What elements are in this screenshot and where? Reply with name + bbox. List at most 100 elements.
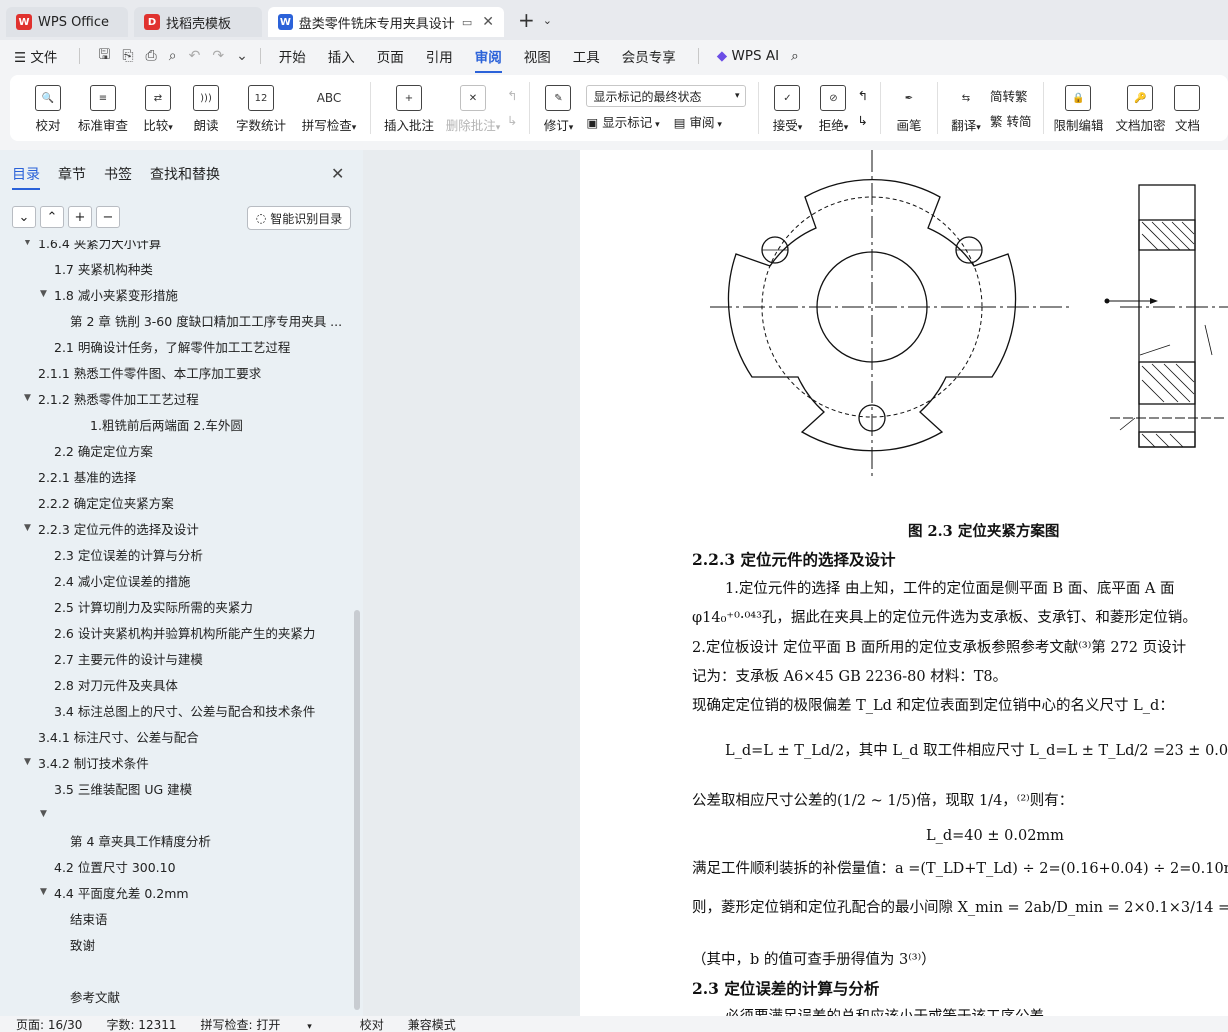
- doc-more-button[interactable]: 文档: [1174, 75, 1201, 141]
- word-count-button[interactable]: 12 字数统计: [234, 75, 288, 141]
- spell-check-status[interactable]: 拼写检查: 打开 ▾: [201, 1016, 336, 1032]
- export-pdf-icon[interactable]: ⎘: [122, 48, 133, 64]
- expand-arrow-icon[interactable]: ▼: [24, 757, 38, 767]
- toc-item[interactable]: ▼ 1.6.4 夹紧力大小计算: [24, 240, 161, 252]
- search-icon[interactable]: ⌕: [791, 48, 799, 64]
- toc-item[interactable]: 第 4 章夹具工作精度分析: [70, 830, 211, 850]
- tab-bookmarks[interactable]: 书签: [104, 164, 132, 184]
- toc-item[interactable]: 结束语: [70, 908, 108, 928]
- pen-button[interactable]: ✒ 画笔: [889, 75, 929, 141]
- expand-arrow-icon[interactable]: ▼: [40, 809, 54, 819]
- toc-item[interactable]: 3.5 三维装配图 UG 建模: [54, 778, 192, 798]
- toc-item[interactable]: 2.5 计算切削力及实际所需的夹紧力: [54, 596, 253, 616]
- proofread-button[interactable]: 🔍 校对: [26, 75, 70, 141]
- word-count-indicator[interactable]: 字数: 12311: [106, 1016, 176, 1032]
- toc-item[interactable]: 1.粗铣前后两端面 2.车外圆: [90, 414, 243, 434]
- spell-check-button[interactable]: ABC 拼写检查▾: [296, 75, 362, 141]
- toc-item[interactable]: ▼ 2.1.2 熟悉零件加工工艺过程: [24, 388, 199, 408]
- toc-item[interactable]: ▼ 1.8 减小夹紧变形措施: [40, 284, 178, 304]
- toc-item[interactable]: 1.7 夹紧机构种类: [54, 258, 153, 278]
- expand-arrow-icon[interactable]: ▼: [24, 393, 38, 403]
- menu-home[interactable]: 开始: [279, 46, 306, 66]
- toc-item[interactable]: 2.8 对刀元件及夹具体: [54, 674, 178, 694]
- new-tab-icon[interactable]: +: [518, 8, 535, 32]
- toc-item[interactable]: 2.2.2 确定定位夹紧方案: [38, 492, 174, 512]
- toc-item[interactable]: 2.3 定位误差的计算与分析: [54, 544, 203, 564]
- toc-item[interactable]: 2.1 明确设计任务，了解零件加工工艺过程: [54, 336, 290, 356]
- to-simplified-button[interactable]: 繁 转简: [990, 111, 1031, 130]
- display-state-select[interactable]: 显示标记的最终状态 ▾: [586, 85, 747, 108]
- expand-arrow-icon[interactable]: ▼: [24, 523, 38, 533]
- chevron-down-icon[interactable]: ⌄: [543, 14, 552, 27]
- toc-item[interactable]: ▼ 3.4.2 制订技术条件: [24, 752, 149, 772]
- menu-tools[interactable]: 工具: [573, 46, 600, 66]
- next-revision-icon[interactable]: ↳: [857, 113, 867, 128]
- to-traditional-button[interactable]: 简 转繁: [990, 86, 1031, 105]
- collapse-up-icon[interactable]: ⌃: [40, 206, 64, 228]
- tab-toc[interactable]: 目录: [12, 164, 40, 190]
- standard-review-button[interactable]: ≡ 标准审查: [76, 75, 130, 141]
- review-pane-button[interactable]: ▤ 审阅 ▾: [674, 112, 722, 131]
- document-page[interactable]: 图 2.3 定位夹紧方案图 2.2.3 定位元件的选择及设计 1.定位元件的选择…: [580, 150, 1228, 1016]
- reject-button[interactable]: ⊘ 拒绝▾: [813, 75, 853, 141]
- expand-arrow-icon[interactable]: ▼: [24, 240, 38, 247]
- save-icon[interactable]: 🖫: [98, 44, 110, 68]
- tab-document[interactable]: W 盘类零件铣床专用夹具设计 说 ▭ ✕: [268, 7, 504, 37]
- toc-item[interactable]: 2.7 主要元件的设计与建模: [54, 648, 203, 668]
- doc-encrypt-button[interactable]: 🔑 文档加密: [1114, 75, 1166, 141]
- insert-comment-button[interactable]: + 插入批注: [383, 75, 435, 141]
- toc-item[interactable]: 第 2 章 铣削 3-60 度缺口精加工工序专用夹具 ...: [70, 310, 342, 330]
- undo-icon[interactable]: ↶: [189, 48, 201, 64]
- more-dropdown-icon[interactable]: ⌄: [236, 48, 248, 64]
- page-indicator[interactable]: 页面: 16/30: [16, 1016, 82, 1032]
- minus-icon[interactable]: −: [96, 206, 120, 228]
- menu-member[interactable]: 会员专享: [622, 46, 676, 66]
- expand-arrow-icon[interactable]: ▼: [40, 289, 54, 299]
- restrict-edit-button[interactable]: 🔒 限制编辑: [1052, 75, 1104, 141]
- toc-item[interactable]: ▼ 4.4 平面度允差 0.2mm: [40, 882, 189, 902]
- show-marks-button[interactable]: ▣ 显示标记 ▾: [586, 112, 659, 131]
- toc-item[interactable]: 3.4.1 标注尺寸、公差与配合: [38, 726, 199, 746]
- accept-button[interactable]: ✓ 接受▾: [767, 75, 807, 141]
- compare-button[interactable]: ⇄ 比较▾: [138, 75, 178, 141]
- tab-wps-office[interactable]: W WPS Office: [6, 7, 128, 37]
- translate-button[interactable]: ⇆ 翻译▾: [946, 75, 986, 141]
- redo-icon[interactable]: ↷: [212, 48, 224, 64]
- delete-comment-button[interactable]: ✕ 删除批注▾: [443, 75, 503, 141]
- menu-page[interactable]: 页面: [377, 46, 404, 66]
- file-menu[interactable]: ☰ 文件: [14, 46, 57, 66]
- previous-comment-icon[interactable]: ↰: [507, 88, 517, 103]
- toc-item[interactable]: 2.6 设计夹紧机构并验算机构所能产生的夹紧力: [54, 622, 315, 642]
- toc-item[interactable]: 2.4 减小定位误差的措施: [54, 570, 190, 590]
- revise-button[interactable]: ✎ 修订▾: [538, 75, 578, 141]
- toc-item[interactable]: 2.2.1 基准的选择: [38, 466, 136, 486]
- expand-down-icon[interactable]: ⌄: [12, 206, 36, 228]
- print-icon[interactable]: ⎙: [146, 48, 157, 64]
- menu-review[interactable]: 审阅: [474, 46, 502, 73]
- toc-item[interactable]: 参考文献: [70, 986, 120, 1006]
- expand-arrow-icon[interactable]: ▼: [40, 887, 54, 897]
- toc-item[interactable]: ▼ 2.2.3 定位元件的选择及设计: [24, 518, 199, 538]
- plus-icon[interactable]: +: [68, 206, 92, 228]
- next-comment-icon[interactable]: ↳: [507, 113, 517, 128]
- menu-insert[interactable]: 插入: [328, 46, 355, 66]
- toc-item[interactable]: 2.2 确定定位方案: [54, 440, 153, 460]
- close-icon[interactable]: ✕: [482, 14, 494, 30]
- toc-scrollbar[interactable]: [354, 610, 360, 1010]
- wps-ai-button[interactable]: ◆ WPS AI: [717, 48, 779, 64]
- menu-view[interactable]: 视图: [524, 46, 551, 66]
- close-icon[interactable]: ✕: [331, 164, 344, 183]
- read-aloud-button[interactable]: ))) 朗读: [186, 75, 226, 141]
- tab-chapters[interactable]: 章节: [58, 164, 86, 184]
- proofread-status[interactable]: 校对: [360, 1016, 384, 1032]
- previous-revision-icon[interactable]: ↰: [857, 88, 867, 103]
- menu-references[interactable]: 引用: [426, 46, 453, 66]
- toc-item[interactable]: 致谢: [70, 934, 95, 954]
- print-preview-icon[interactable]: ⌕: [169, 48, 177, 64]
- toc-item[interactable]: 2.1.1 熟悉工件零件图、本工序加工要求: [38, 362, 261, 382]
- tab-docer[interactable]: D 找稻壳模板: [134, 7, 262, 37]
- tab-find-replace[interactable]: 查找和替换: [150, 164, 220, 184]
- toc-item[interactable]: 4.2 位置尺寸 300.10: [54, 856, 176, 876]
- toc-item[interactable]: 3.4 标注总图上的尺寸、公差与配合和技术条件: [54, 700, 315, 720]
- smart-toc-button[interactable]: ◌ 智能识别目录: [247, 206, 351, 230]
